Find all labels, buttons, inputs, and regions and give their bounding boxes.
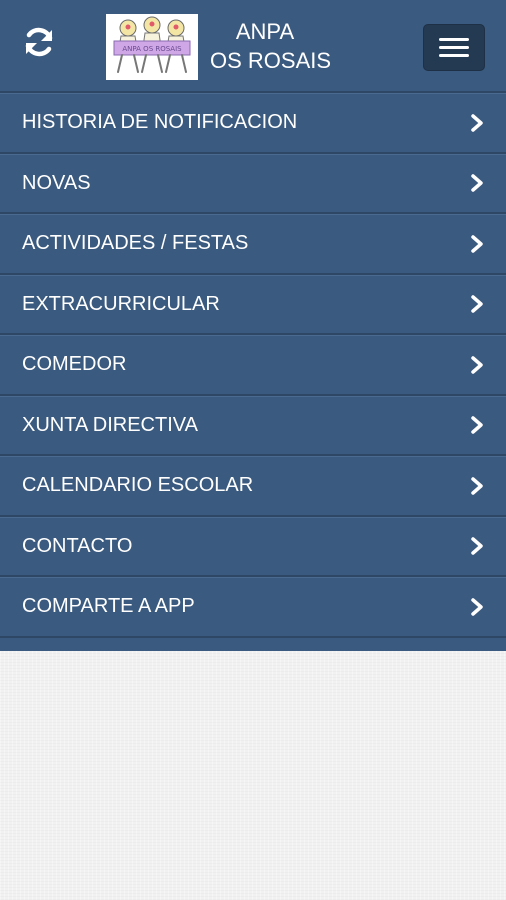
menu-item-actividades-festas[interactable]: ACTIVIDADES / FESTAS — [0, 214, 506, 275]
content-background — [0, 651, 506, 900]
chevron-right-icon — [471, 477, 483, 495]
menu-item-xunta-directiva[interactable]: XUNTA DIRECTIVA — [0, 395, 506, 456]
refresh-button[interactable] — [16, 19, 62, 65]
hamburger-icon-bar — [439, 38, 469, 41]
menu-item-label: HISTORIA DE NOTIFICACION — [22, 111, 298, 134]
chevron-right-icon — [471, 416, 483, 434]
menu-item-label: XUNTA DIRECTIVA — [22, 413, 198, 436]
menu-item-comparte-a-app[interactable]: COMPARTE A APP — [0, 577, 506, 638]
chevron-right-icon — [471, 598, 483, 616]
menu-item-label: COMPARTE A APP — [22, 595, 195, 618]
chevron-right-icon — [471, 235, 483, 253]
menu-item-label: EXTRACURRICULAR — [22, 292, 220, 315]
app-panel: ANPA OS ROSAIS ANPA OS ROSAIS HISTORIA D… — [0, 0, 506, 651]
logo-banner-text: ANPA OS ROSAIS — [122, 45, 182, 53]
menu-item-calendario-escolar[interactable]: CALENDARIO ESCOLAR — [0, 456, 506, 517]
chevron-right-icon — [471, 356, 483, 374]
app-title-line2: OS ROSAIS — [210, 48, 332, 73]
chevron-right-icon — [471, 174, 483, 192]
menu-item-historia-de-notificacion[interactable]: HISTORIA DE NOTIFICACION — [0, 93, 506, 154]
menu-item-comedor[interactable]: COMEDOR — [0, 335, 506, 396]
chevron-right-icon — [471, 537, 483, 555]
logo: ANPA OS ROSAIS — [106, 14, 198, 80]
hamburger-icon-bar — [439, 46, 469, 49]
hamburger-icon-bar — [439, 54, 469, 57]
menu-item-label: ACTIVIDADES / FESTAS — [22, 232, 249, 255]
main-menu-list: HISTORIA DE NOTIFICACION NOVAS ACTIVIDAD… — [0, 93, 506, 638]
menu-item-label: CALENDARIO ESCOLAR — [22, 474, 254, 497]
menu-item-novas[interactable]: NOVAS — [0, 153, 506, 214]
chevron-right-icon — [471, 295, 483, 313]
menu-item-extracurricular[interactable]: EXTRACURRICULAR — [0, 274, 506, 335]
menu-item-contacto[interactable]: CONTACTO — [0, 516, 506, 577]
header: ANPA OS ROSAIS ANPA OS ROSAIS — [0, 0, 506, 93]
menu-item-label: COMEDOR — [22, 353, 127, 376]
hamburger-menu-button[interactable] — [423, 24, 485, 71]
app-title: ANPA OS ROSAIS — [210, 17, 332, 75]
menu-item-label: NOVAS — [22, 171, 91, 194]
app-title-line1: ANPA — [235, 19, 295, 44]
refresh-icon — [25, 27, 53, 57]
chevron-right-icon — [471, 114, 483, 132]
menu-item-label: CONTACTO — [22, 534, 133, 557]
